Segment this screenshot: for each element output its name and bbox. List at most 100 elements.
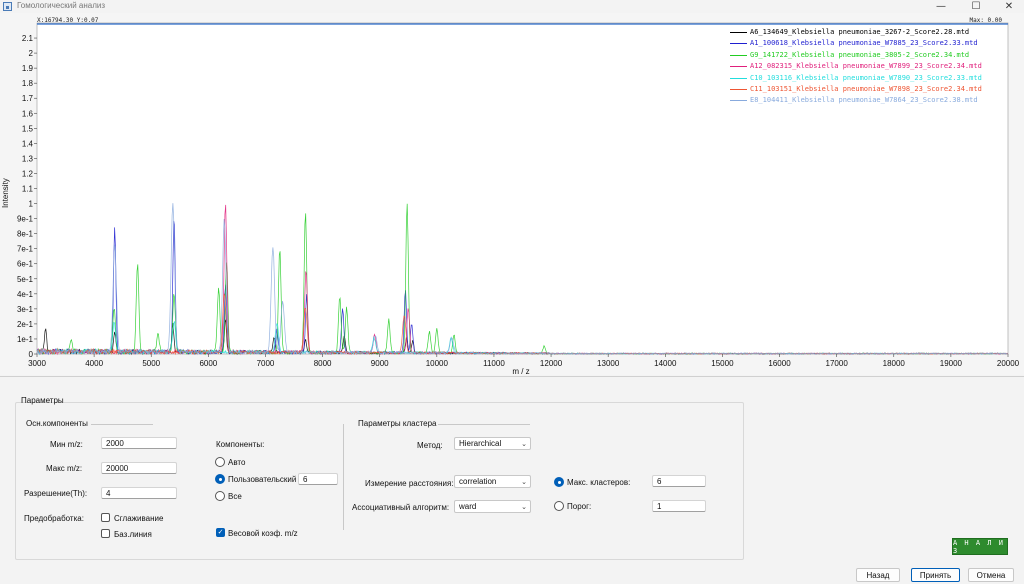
threshold-input[interactable]: 1 bbox=[652, 500, 706, 512]
y-tick-label: 5e-1 bbox=[17, 275, 34, 284]
smoothing-label: Сглаживание bbox=[114, 514, 164, 523]
threshold-label: Порог: bbox=[567, 502, 592, 511]
legend-label: C11_103151_Klebsiella pneumoniae_W7898_2… bbox=[750, 84, 982, 93]
y-axis-label: Intensity bbox=[1, 178, 10, 208]
accept-button[interactable]: Принять bbox=[911, 568, 960, 582]
x-tick-label: 8000 bbox=[314, 359, 332, 368]
legend-item: A1_100618_Klebsiella pneumoniae_W7885_23… bbox=[730, 38, 1020, 49]
vertical-separator bbox=[343, 424, 344, 530]
x-tick-label: 10000 bbox=[426, 359, 449, 368]
legend-swatch bbox=[730, 32, 747, 33]
x-tick-label: 6000 bbox=[199, 359, 217, 368]
weight-checkbox[interactable]: ✓ bbox=[216, 528, 225, 537]
title-bar: Гомологический анализ — ☐ ✕ bbox=[0, 0, 1024, 13]
y-tick-label: 1.5 bbox=[22, 124, 34, 133]
legend-item: E8_104411_Klebsiella pneumoniae_W7864_23… bbox=[730, 95, 1020, 106]
x-tick-label: 14000 bbox=[654, 359, 677, 368]
y-tick-label: 1.4 bbox=[22, 139, 34, 148]
y-tick-label: 0 bbox=[29, 350, 34, 359]
y-tick-label: 8e-1 bbox=[17, 230, 34, 239]
legend-swatch bbox=[730, 43, 747, 45]
x-tick-label: 18000 bbox=[883, 359, 906, 368]
assoc-select[interactable]: ward ⌄ bbox=[454, 500, 531, 513]
method-label: Метод: bbox=[417, 441, 443, 450]
method-select[interactable]: Hierarchical ⌄ bbox=[454, 437, 531, 450]
legend-swatch bbox=[730, 88, 747, 90]
back-button[interactable]: Назад bbox=[856, 568, 900, 582]
app-icon bbox=[3, 2, 12, 11]
distance-select[interactable]: correlation ⌄ bbox=[454, 475, 531, 488]
auto-radio[interactable] bbox=[215, 457, 225, 467]
threshold-radio[interactable] bbox=[554, 501, 564, 511]
x-tick-label: 13000 bbox=[597, 359, 620, 368]
legend-swatch bbox=[730, 100, 747, 102]
x-tick-label: 19000 bbox=[940, 359, 963, 368]
baseline-label: Баз.линия bbox=[114, 530, 152, 539]
y-tick-label: 7e-1 bbox=[17, 245, 34, 254]
min-mz-input[interactable]: 2000 bbox=[101, 437, 177, 449]
close-icon: ✕ bbox=[1004, 1, 1014, 12]
max-clusters-radio[interactable] bbox=[554, 477, 564, 487]
y-tick-label: 1.3 bbox=[22, 154, 34, 163]
window-title: Гомологический анализ bbox=[17, 1, 106, 10]
all-radio[interactable] bbox=[215, 491, 225, 501]
distance-value: correlation bbox=[459, 477, 497, 486]
distance-label: Измерение расстояния: bbox=[365, 479, 454, 488]
y-tick-label: 1.8 bbox=[22, 79, 34, 88]
chevron-down-icon: ⌄ bbox=[521, 440, 527, 448]
baseline-checkbox[interactable] bbox=[101, 529, 110, 538]
custom-components-input[interactable]: 6 bbox=[298, 473, 338, 485]
section-rule bbox=[91, 424, 153, 425]
chevron-down-icon: ⌄ bbox=[521, 503, 527, 511]
assoc-value: ward bbox=[459, 502, 477, 511]
x-tick-label: 17000 bbox=[826, 359, 849, 368]
legend-label: A6_134649_Klebsiella pneumoniae_3267-2_S… bbox=[750, 28, 970, 36]
y-tick-label: 2 bbox=[29, 49, 34, 58]
max-clusters-input[interactable]: 6 bbox=[652, 475, 706, 487]
minimize-button[interactable]: — bbox=[926, 0, 956, 13]
cancel-button[interactable]: Отмена bbox=[968, 568, 1014, 582]
section-rule bbox=[438, 424, 530, 425]
legend-swatch bbox=[730, 77, 747, 79]
resolution-input[interactable]: 4 bbox=[101, 487, 177, 499]
legend-label: A12_082315_Klebsiella pneumoniae_W7899_2… bbox=[750, 62, 982, 71]
max-mz-label: Макс m/z: bbox=[46, 464, 83, 473]
x-tick-label: 16000 bbox=[768, 359, 791, 368]
main-components-heading: Осн.компоненты bbox=[26, 419, 88, 428]
y-tick-label: 6e-1 bbox=[17, 260, 34, 269]
legend-label: G9_141722_Klebsiella pneumoniae_3805-2_S… bbox=[750, 50, 970, 59]
smoothing-checkbox[interactable] bbox=[101, 513, 110, 522]
preprocessing-label: Предобработка: bbox=[24, 514, 84, 523]
x-tick-label: 15000 bbox=[711, 359, 734, 368]
assoc-label: Ассоциативный алгоритм: bbox=[352, 503, 450, 512]
close-button[interactable]: ✕ bbox=[994, 0, 1024, 13]
resolution-label: Разрешение(Th): bbox=[24, 489, 88, 498]
max-clusters-label: Макс. кластеров: bbox=[567, 478, 631, 487]
x-tick-label: 4000 bbox=[85, 359, 103, 368]
x-tick-label: 3000 bbox=[28, 359, 46, 368]
y-tick-label: 3e-1 bbox=[17, 305, 34, 314]
y-tick-label: 1.2 bbox=[22, 169, 34, 178]
x-tick-label: 11000 bbox=[483, 359, 505, 368]
x-axis-label: m / z bbox=[512, 367, 529, 375]
custom-radio[interactable] bbox=[215, 474, 225, 484]
y-tick-label: 4e-1 bbox=[17, 290, 34, 299]
spectrum-plot[interactable]: 3000 4000 5000 6000 7000 8000 9000 10000 11000 12… bbox=[0, 13, 1024, 375]
legend-item: G9_141722_Klebsiella pneumoniae_3805-2_S… bbox=[730, 50, 1020, 61]
checkmark-icon: ✓ bbox=[217, 528, 224, 536]
min-mz-label: Мин m/z: bbox=[50, 440, 83, 449]
y-tick-label: 1e-1 bbox=[17, 335, 34, 344]
x-tick-label: 20000 bbox=[997, 359, 1020, 368]
maximize-button[interactable]: ☐ bbox=[961, 0, 991, 13]
max-mz-input[interactable]: 20000 bbox=[101, 462, 177, 474]
custom-label: Пользовательский bbox=[228, 475, 297, 484]
parameters-title: Параметры bbox=[21, 396, 64, 405]
legend-swatch bbox=[730, 66, 747, 68]
x-tick-label: 12000 bbox=[540, 359, 563, 368]
analyze-button[interactable]: А Н А Л И З bbox=[952, 538, 1008, 555]
legend-label: A1_100618_Klebsiella pneumoniae_W7885_23… bbox=[750, 39, 978, 48]
y-tick-label: 2e-1 bbox=[17, 320, 34, 329]
legend-label: E8_104411_Klebsiella pneumoniae_W7864_23… bbox=[750, 96, 978, 105]
legend-item: A12_082315_Klebsiella pneumoniae_W7899_2… bbox=[730, 61, 1020, 72]
y-tick-label: 2.1 bbox=[22, 34, 34, 43]
